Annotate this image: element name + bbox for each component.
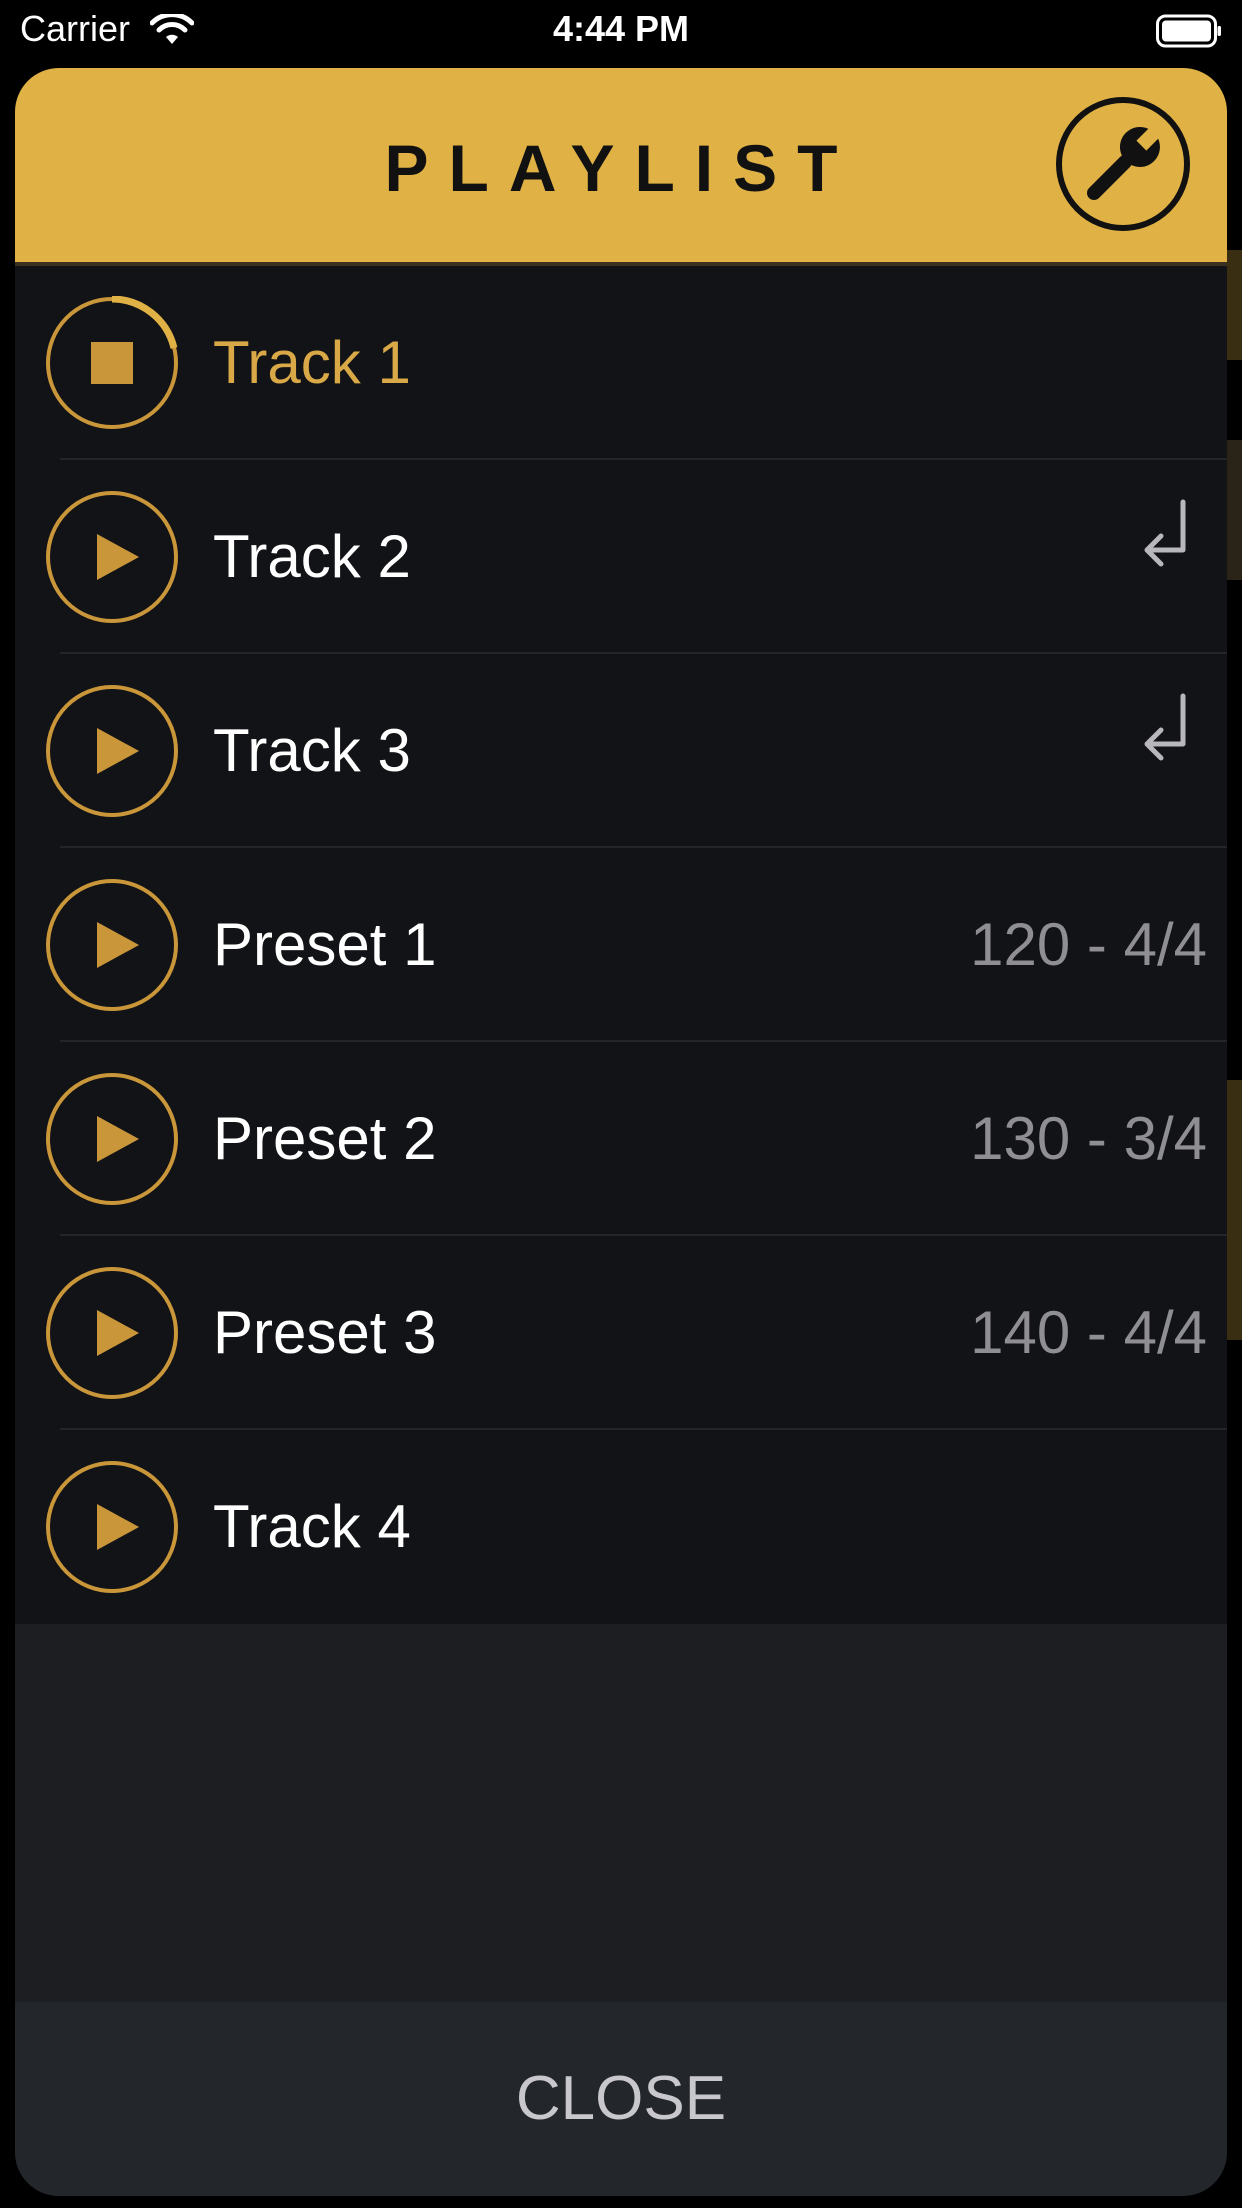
sheet-footer: CLOSE (15, 2002, 1227, 2196)
close-button[interactable]: CLOSE (15, 2002, 1227, 2196)
track-title: Track 4 (213, 1493, 411, 1560)
list-empty-area (15, 1624, 1227, 2002)
list-item[interactable]: Preset 1 120 - 4/4 (15, 848, 1227, 1042)
play-icon[interactable] (45, 1266, 179, 1400)
preset-title: Preset 3 (213, 1299, 437, 1366)
list-item[interactable]: Preset 3 140 - 4/4 (15, 1236, 1227, 1430)
playlist-header: PLAYLIST (15, 68, 1227, 266)
list-item[interactable]: Track 3 (15, 654, 1227, 848)
list-item[interactable]: Track 1 (15, 266, 1227, 460)
playlist-list: Track 1 Track 2 Track 3 Preset 1 120 - 4… (15, 266, 1227, 1624)
preset-tempo-meter: 140 - 4/4 (970, 1299, 1207, 1366)
return-arrow-icon[interactable] (1139, 692, 1195, 768)
track-title: Track 3 (213, 717, 411, 784)
play-icon[interactable] (45, 490, 179, 624)
list-item[interactable]: Track 4 (15, 1430, 1227, 1624)
status-time: 4:44 PM (552, 8, 690, 49)
page-title: PLAYLIST (384, 131, 858, 205)
preset-title: Preset 1 (213, 911, 437, 978)
track-title: Track 1 (213, 329, 411, 396)
preset-title: Preset 2 (213, 1105, 437, 1172)
play-icon[interactable] (45, 1460, 179, 1594)
wrench-icon[interactable] (1055, 96, 1191, 232)
play-icon[interactable] (45, 878, 179, 1012)
track-title: Track 2 (213, 523, 411, 590)
return-arrow-icon[interactable] (1139, 498, 1195, 574)
status-bar: Carrier 4:44 PM (0, 0, 1242, 62)
stop-icon[interactable] (45, 296, 179, 430)
play-icon[interactable] (45, 1072, 179, 1206)
screen: Carrier 4:44 PM PLAYLIST Track 1 Track 2… (0, 0, 1242, 2208)
playlist-sheet: PLAYLIST Track 1 Track 2 Track 3 Preset … (15, 68, 1227, 2196)
play-icon[interactable] (45, 684, 179, 818)
list-item[interactable]: Preset 2 130 - 3/4 (15, 1042, 1227, 1236)
preset-tempo-meter: 130 - 3/4 (970, 1105, 1207, 1172)
preset-tempo-meter: 120 - 4/4 (970, 911, 1207, 978)
list-item[interactable]: Track 2 (15, 460, 1227, 654)
battery-full-icon (1156, 14, 1221, 48)
